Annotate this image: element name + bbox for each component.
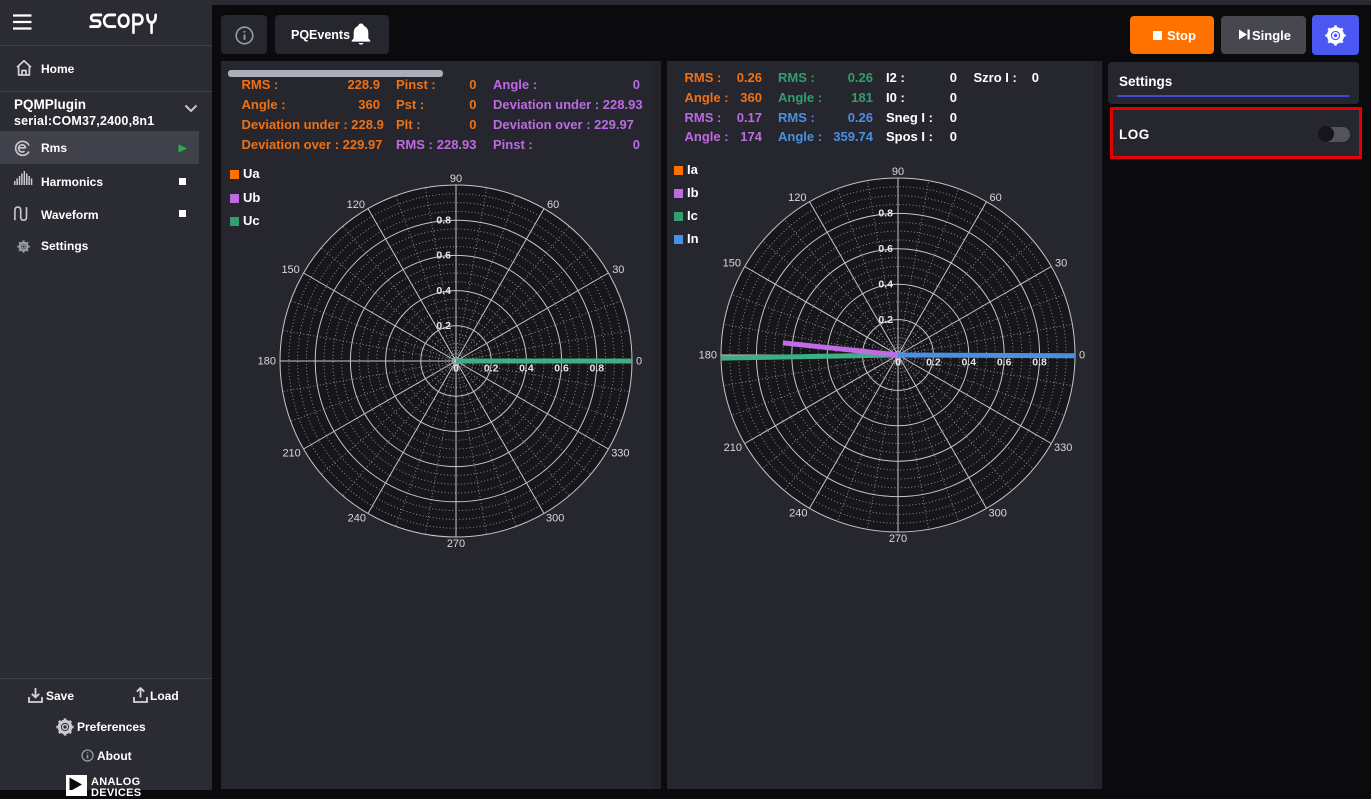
svg-text:0.4: 0.4 [519,363,534,375]
svg-text:0.6: 0.6 [997,357,1012,369]
svg-text:120: 120 [788,192,806,204]
svg-text:210: 210 [282,448,300,460]
svg-text:0.8: 0.8 [878,208,893,220]
svg-text:0.4: 0.4 [878,278,893,290]
svg-text:240: 240 [789,508,807,520]
svg-text:0.2: 0.2 [926,357,941,369]
svg-text:330: 330 [1054,442,1072,454]
svg-text:0.4: 0.4 [961,357,976,369]
svg-text:0.8: 0.8 [589,363,604,375]
svg-text:0.4: 0.4 [436,285,451,297]
svg-text:330: 330 [611,448,629,460]
svg-text:60: 60 [990,192,1002,204]
svg-text:0: 0 [895,357,901,369]
svg-text:300: 300 [989,508,1007,520]
svg-text:60: 60 [547,199,559,211]
svg-text:0: 0 [1079,350,1085,362]
svg-text:0: 0 [453,363,459,375]
svg-text:30: 30 [612,264,624,276]
svg-text:0.2: 0.2 [484,363,499,375]
svg-text:210: 210 [724,442,742,454]
svg-text:240: 240 [348,513,366,525]
svg-text:0.8: 0.8 [1032,357,1047,369]
svg-text:0.6: 0.6 [436,250,451,262]
svg-text:270: 270 [447,538,465,550]
svg-text:0.2: 0.2 [878,314,893,326]
svg-text:90: 90 [892,166,904,178]
svg-text:0.8: 0.8 [436,214,451,226]
svg-text:0.2: 0.2 [436,320,451,332]
svg-text:0.6: 0.6 [878,243,893,255]
svg-text:300: 300 [546,513,564,525]
svg-text:0: 0 [636,356,642,368]
svg-text:150: 150 [281,264,299,276]
svg-text:90: 90 [450,173,462,185]
svg-text:180: 180 [699,350,717,362]
svg-text:150: 150 [723,258,741,270]
svg-text:270: 270 [889,533,907,545]
svg-text:0.6: 0.6 [554,363,569,375]
svg-text:30: 30 [1055,258,1067,270]
svg-text:120: 120 [347,199,365,211]
svg-text:180: 180 [258,356,276,368]
